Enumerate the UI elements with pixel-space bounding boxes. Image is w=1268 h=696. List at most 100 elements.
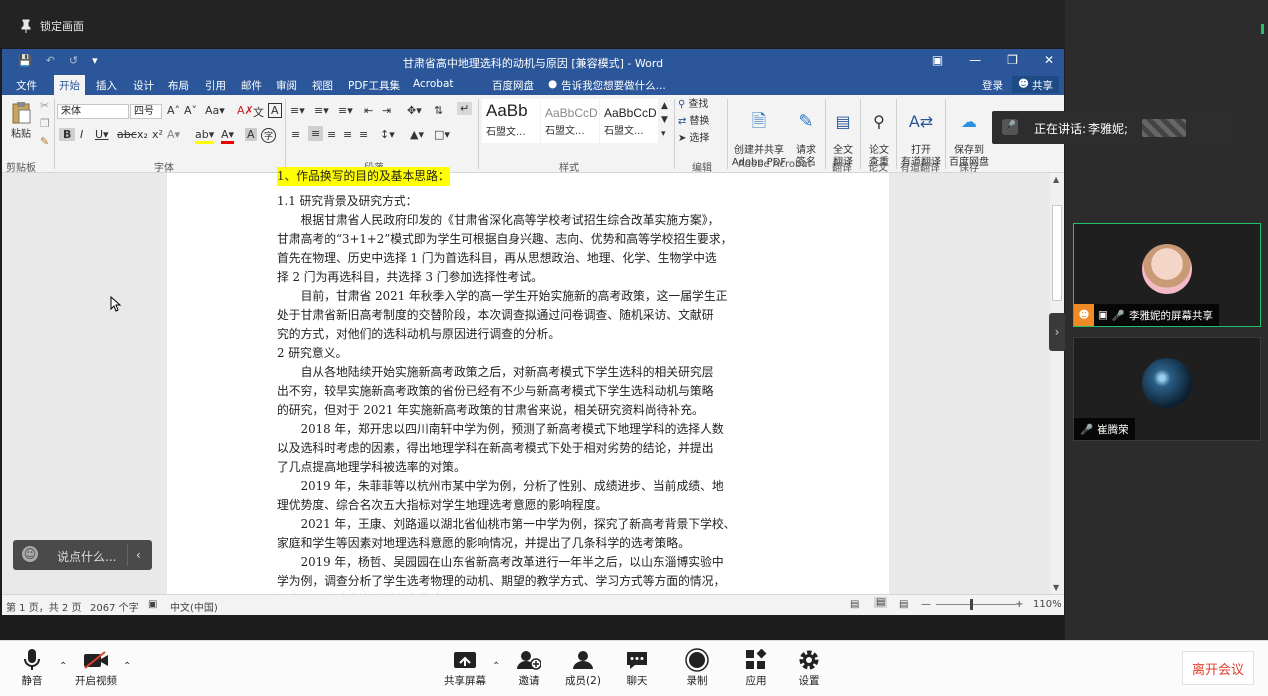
scroll-up-icon[interactable]: ▲ — [1053, 175, 1059, 184]
document-line[interactable]: 学为例，调查分析了学生选考物理的动机、期望的教学方式、学习方式等方面的情况， — [277, 572, 797, 591]
tab-home[interactable]: 开始 — [54, 75, 85, 95]
chevron-left-icon[interactable]: ‹ — [127, 544, 141, 566]
read-mode-icon[interactable]: ▤ — [850, 599, 859, 610]
replace-button[interactable]: ⇄ 替换 — [678, 116, 709, 128]
bullets-icon[interactable]: ≡▾ — [290, 104, 305, 117]
increase-indent-icon[interactable]: ⇥ — [382, 104, 391, 117]
document-line[interactable]: 2021 年，王康、刘路遥以湖北省仙桃市第一中学为例，探究了新高考背景下学校、 — [277, 515, 797, 534]
strikethrough-icon[interactable]: abc — [117, 128, 137, 141]
emoji-icon[interactable]: ☺ — [22, 546, 38, 562]
scroll-down-icon[interactable]: ▼ — [1053, 583, 1059, 592]
tab-references[interactable]: 引用 — [205, 78, 226, 93]
document-line[interactable]: 了几点提高地理学科被选率的对策。 — [277, 458, 797, 477]
select-button[interactable]: ➤ 选择 — [678, 133, 709, 145]
tab-layout[interactable]: 布局 — [168, 78, 189, 93]
document-line[interactable]: 2 研究意义。 — [277, 344, 797, 363]
tab-acrobat[interactable]: Acrobat — [413, 78, 454, 90]
participant-tile-screenshare[interactable]: ☻ ▣ 🎤 李雅妮的屏幕共享 — [1073, 223, 1261, 327]
document-line[interactable]: 择 2 门为再选科目，共选择 3 门参加选择性考试。 — [277, 268, 797, 287]
line-spacing-icon[interactable]: ↕▾ — [380, 128, 395, 141]
vertical-scrollbar[interactable]: ▲ ▼ — [1050, 173, 1064, 594]
document-line[interactable]: 理优势度、综合名次五大指标对学生地理选考意愿的影响程度。 — [277, 496, 797, 515]
mute-button[interactable]: 静音 — [7, 647, 57, 688]
document-line[interactable]: 1.1 研究背景及研究方式： — [277, 192, 797, 211]
show-marks-icon[interactable]: ↵ — [457, 102, 473, 115]
find-button[interactable]: ⚲ 查找 — [678, 99, 708, 111]
page-indicator[interactable]: 第 1 页，共 2 页 — [6, 599, 81, 614]
document-text[interactable]: 1、作品换写的目的及基本思路： 1.1 研究背景及研究方式： 根据甘肃省人民政府印发… — [277, 167, 797, 610]
zoom-level[interactable]: 110% — [1033, 599, 1062, 610]
shading-icon[interactable]: ▲▾ — [410, 128, 424, 141]
subscript-icon[interactable]: x₂ — [137, 128, 148, 141]
zoom-in-icon[interactable]: + — [1015, 599, 1023, 610]
zoom-slider[interactable] — [936, 604, 1016, 605]
restore-icon[interactable]: ❐ — [1007, 53, 1018, 67]
participant-tile-2[interactable]: 🎤 崔腾荣 — [1073, 337, 1261, 441]
grow-font-icon[interactable]: A˄ — [167, 104, 180, 117]
style-option-3[interactable]: AaBbCcD 石盟文... — [600, 99, 658, 143]
copy-icon[interactable]: ❐ — [40, 117, 50, 130]
invite-button[interactable]: 邀请 — [504, 647, 554, 688]
tell-me-box[interactable]: ● 告诉我您想要做什么... — [548, 78, 666, 93]
document-line[interactable]: 2019 年，朱菲菲等以杭州市某中学为例，分析了性别、成绩进步、当前成绩、地 — [277, 477, 797, 496]
enclose-char-icon[interactable]: 字 — [261, 128, 277, 143]
distribute-icon[interactable]: ≡ — [359, 128, 368, 141]
format-painter-icon[interactable]: ✎ — [40, 135, 49, 148]
font-size-select[interactable]: 四号 — [130, 104, 162, 119]
document-line[interactable]: 目前，甘肃省 2021 年秋季入学的高一学生开始实施新的高考政策，这一届学生正 — [277, 287, 797, 306]
paste-button[interactable]: 粘贴 — [8, 101, 34, 141]
close-icon[interactable]: ✕ — [1044, 53, 1054, 67]
apps-button[interactable]: 应用 — [731, 647, 781, 688]
numbering-icon[interactable]: ≡▾ — [314, 104, 329, 117]
video-button[interactable]: 开启视频 — [70, 647, 122, 688]
tab-insert[interactable]: 插入 — [96, 78, 117, 93]
share-screen-button[interactable]: 共享屏幕 — [440, 647, 490, 688]
change-case-icon[interactable]: Aa▾ — [205, 104, 225, 117]
cut-icon[interactable]: ✂ — [40, 99, 49, 112]
chat-button[interactable]: 聊天 — [612, 647, 662, 688]
print-layout-icon[interactable]: ▤ — [874, 597, 888, 608]
tab-mailings[interactable]: 邮件 — [241, 78, 262, 93]
char-shading-icon[interactable]: A — [245, 128, 257, 141]
shrink-font-icon[interactable]: A˅ — [184, 104, 197, 117]
font-name-select[interactable]: 宋体 — [57, 104, 129, 119]
document-line[interactable]: 2019 年，杨哲、吴园园在山东省新高考改革进行一年半之后，以山东淄博实验中 — [277, 553, 797, 572]
tab-view[interactable]: 视图 — [312, 78, 333, 93]
styles-more-icon[interactable]: ▾ — [661, 129, 666, 139]
align-left-icon[interactable]: ≡ — [291, 128, 300, 141]
document-line[interactable]: 首先在物理、历史中选择 1 门为首选科目，再从思想政治、地理、化学、生物学中选 — [277, 249, 797, 268]
zoom-slider-thumb[interactable] — [970, 599, 973, 610]
leave-meeting-button[interactable]: 离开会议 — [1182, 651, 1254, 685]
web-layout-icon[interactable]: ▤ — [899, 599, 908, 610]
proofing-icon[interactable]: ▣ — [148, 599, 157, 610]
text-effects-icon[interactable]: A▾ — [167, 128, 180, 141]
tab-pdf-tools[interactable]: PDF工具集 — [348, 78, 400, 93]
word-count[interactable]: 2067 个字 — [90, 599, 139, 614]
chat-quick-input[interactable]: ☺ 说点什么... ‹ — [13, 540, 152, 570]
ribbon-display-icon[interactable]: ▣ — [932, 53, 943, 67]
style-option-1[interactable]: AaBb 石盟文... — [482, 99, 540, 143]
decrease-indent-icon[interactable]: ⇤ — [364, 104, 373, 117]
bold-icon[interactable]: B — [59, 128, 76, 141]
italic-icon[interactable]: I — [80, 128, 83, 141]
lock-view-button[interactable]: 锁定画面 — [20, 18, 84, 34]
style-option-2[interactable]: AaBbCcD 石盟文... — [541, 99, 599, 143]
settings-button[interactable]: 设置 — [784, 647, 834, 688]
document-line[interactable]: 以及选科时考虑的因素，得出地理学科在新高考模式下处于相对劣势的结论，并提出 — [277, 439, 797, 458]
styles-scroll-up-icon[interactable]: ▲ — [661, 101, 668, 111]
document-line[interactable]: 自从各地陆续开始实施新高考政策之后，对新高考模式下学生选科的相关研究层 — [277, 363, 797, 382]
zoom-out-icon[interactable]: — — [921, 599, 931, 610]
document-line[interactable]: 处于甘肃省新旧高考制度的交替阶段，本次调查拟通过问卷调查、随机采访、文献研 — [277, 306, 797, 325]
document-line[interactable]: 1、作品换写的目的及基本思路： — [277, 167, 450, 186]
tab-file[interactable]: 文件 — [16, 78, 37, 93]
char-border-icon[interactable]: A — [268, 103, 282, 118]
phonetic-guide-icon[interactable]: 文 — [253, 104, 264, 120]
document-line[interactable]: 的研究，但对于 2021 年实施新高考政策的甘肃省来说，相关研究资料尚待补充。 — [277, 401, 797, 420]
clear-format-icon[interactable]: A✗ — [237, 104, 254, 117]
align-right-icon[interactable]: ≡ — [327, 128, 336, 141]
highlight-icon[interactable]: ab▾ — [195, 128, 215, 144]
members-button[interactable]: 成员(2) — [558, 647, 608, 688]
superscript-icon[interactable]: x² — [152, 128, 163, 141]
chevron-up-icon[interactable]: ⌃ — [123, 661, 131, 672]
document-page[interactable]: 1、作品换写的目的及基本思路： 1.1 研究背景及研究方式： 根据甘肃省人民政府印发… — [167, 167, 889, 607]
